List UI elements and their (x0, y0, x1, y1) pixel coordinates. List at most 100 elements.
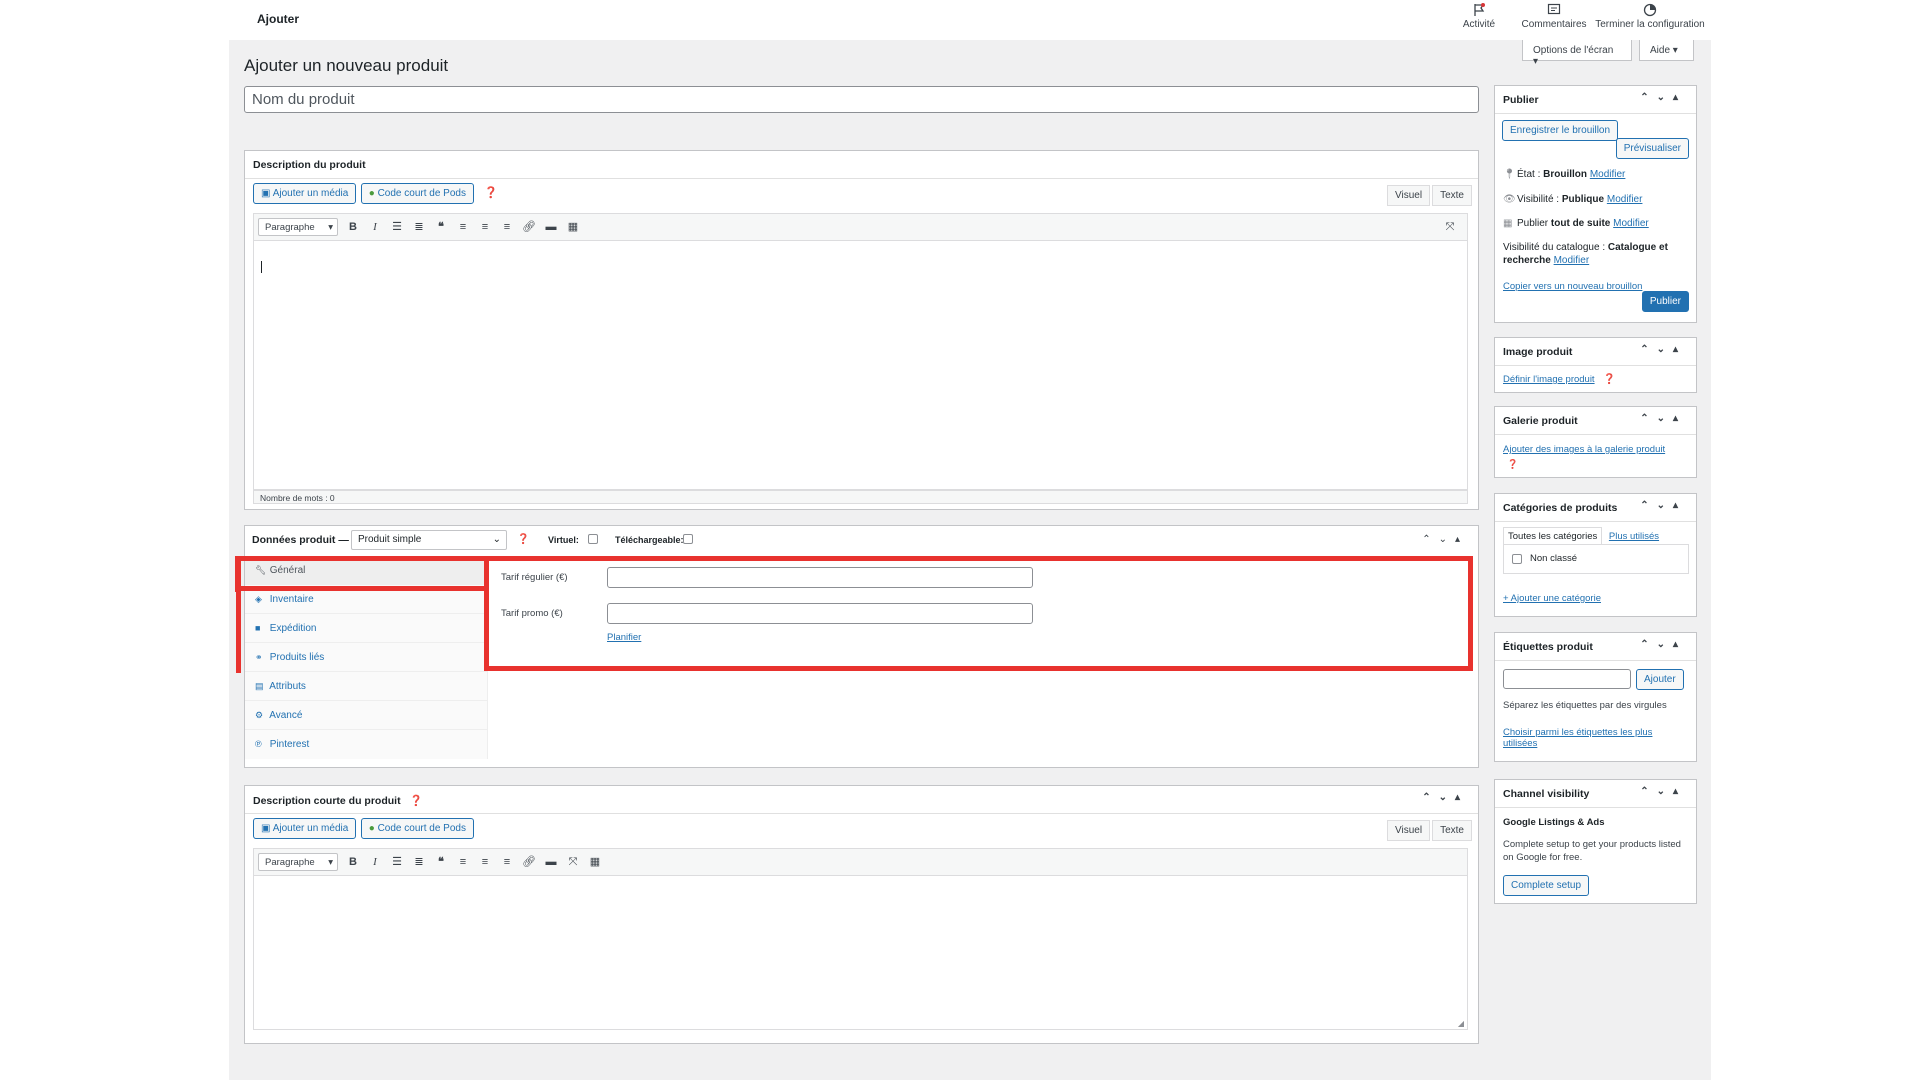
product-type-select[interactable]: Produit simple ⌄ (351, 530, 507, 550)
media-buttons: ▣ Ajouter un média ● Code court de Pods … (253, 183, 498, 204)
short-read-more-icon[interactable]: ▬ (542, 853, 560, 871)
tab-pinterest-label: Pinterest (269, 739, 310, 750)
catalog-visibility-row: Visibilité du catalogue : Catalogue et r… (1503, 241, 1691, 267)
resize-handle-icon[interactable]: ◢ (1458, 1019, 1464, 1028)
short-description-editor[interactable]: ◢ (253, 875, 1468, 1030)
choose-tags-link[interactable]: Choisir parmi les étiquettes les plus ut… (1503, 727, 1683, 749)
link-icon[interactable]: 🔗︎ (520, 218, 538, 236)
short-tab-visual[interactable]: Visuel (1387, 820, 1431, 841)
comments-icon (1547, 3, 1561, 15)
channel-arrows[interactable]: ⌃⌄▴ (1640, 786, 1686, 797)
bold-icon[interactable]: B (344, 218, 362, 236)
preview-button[interactable]: Prévisualiser (1615, 138, 1689, 159)
short-description-arrows[interactable]: ⌃⌄▴ (1422, 792, 1468, 803)
tab-advanced[interactable]: ⚙ Avancé (245, 701, 487, 730)
word-count: Nombre de mots : 0 (253, 490, 1468, 504)
publish-when-edit-link[interactable]: Modifier (1613, 218, 1649, 229)
calendar-icon: ▦ (1503, 218, 1513, 229)
set-image-help-icon[interactable]: ❓ (1603, 374, 1615, 385)
short-fullscreen-icon[interactable]: ⤧ (564, 853, 582, 871)
short-align-left-icon[interactable]: ≡ (454, 853, 472, 871)
tab-most-used-categories[interactable]: Plus utilisés (1609, 531, 1659, 542)
visibility-edit-link[interactable]: Modifier (1607, 194, 1643, 205)
tab-text[interactable]: Texte (1432, 185, 1472, 206)
copy-draft-link[interactable]: Copier vers un nouveau brouillon (1503, 281, 1642, 292)
italic-icon[interactable]: I (366, 218, 384, 236)
short-editor-mode-tabs: Visuel Texte (1385, 820, 1472, 841)
short-bullet-list-icon[interactable]: ☰ (388, 853, 406, 871)
categories-arrows[interactable]: ⌃⌄▴ (1640, 500, 1686, 511)
publish-button[interactable]: Publier (1641, 291, 1689, 312)
top-bar-title: Ajouter (257, 12, 299, 26)
pods-shortcode-button[interactable]: ● Code court de Pods (360, 183, 474, 204)
comments-button[interactable]: Commentaires (1509, 3, 1599, 30)
tags-title: Étiquettes produit (1503, 641, 1593, 653)
pods-shortcode-label: Code court de Pods (377, 188, 466, 199)
short-italic-icon[interactable]: I (366, 853, 384, 871)
short-numbered-list-icon[interactable]: ≣ (410, 853, 428, 871)
product-image-header: Image produit ⌃⌄▴ (1495, 338, 1696, 366)
eye-icon: 👁︎ (1503, 194, 1516, 205)
gear-icon: ⚙ (255, 710, 264, 720)
activity-button[interactable]: Activité (1451, 3, 1507, 30)
gallery-arrows[interactable]: ⌃⌄▴ (1640, 413, 1686, 424)
blockquote-icon[interactable]: ❝ (432, 218, 450, 236)
short-add-media-button[interactable]: ▣ Ajouter un média (253, 818, 357, 839)
short-bold-icon[interactable]: B (344, 853, 362, 871)
screen-options-tab[interactable]: Options de l'écran ▾ (1522, 40, 1632, 67)
short-tab-text[interactable]: Texte (1432, 820, 1472, 841)
tab-all-categories[interactable]: Toutes les catégories (1503, 527, 1603, 545)
short-format-select[interactable]: Paragraphe ▾ (258, 853, 338, 871)
add-media-button[interactable]: ▣ Ajouter un média (253, 183, 357, 204)
add-category-link[interactable]: + Ajouter une catégorie (1503, 593, 1601, 604)
short-description-help-icon[interactable]: ❓ (410, 795, 423, 807)
short-align-right-icon[interactable]: ≡ (498, 853, 516, 871)
add-gallery-link[interactable]: Ajouter des images à la galerie produit (1503, 444, 1665, 455)
status-value: Brouillon (1543, 169, 1588, 180)
product-name-input[interactable] (244, 86, 1479, 113)
product-type-help-icon[interactable]: ❓ (517, 534, 529, 545)
product-data-title: Données produit — (252, 534, 349, 546)
align-center-icon[interactable]: ≡ (476, 218, 494, 236)
short-blockquote-icon[interactable]: ❝ (432, 853, 450, 871)
tab-pinterest[interactable]: ℗ Pinterest (245, 730, 487, 759)
short-toolbar-toggle-icon[interactable]: ▦ (586, 853, 604, 871)
tags-arrows[interactable]: ⌃⌄▴ (1640, 639, 1686, 650)
numbered-list-icon[interactable]: ≣ (410, 218, 428, 236)
bullet-list-icon[interactable]: ☰ (388, 218, 406, 236)
admin-screen: Ajouter Activité Commentaires Terminer l… (229, 0, 1711, 1080)
fullscreen-icon[interactable]: ⤧ (1441, 218, 1459, 236)
set-image-link[interactable]: Définir l'image produit (1503, 374, 1595, 385)
top-bar: Ajouter Activité Commentaires Terminer l… (229, 0, 1711, 40)
short-pods-shortcode-button[interactable]: ● Code court de Pods (360, 818, 474, 839)
complete-setup-button[interactable]: Complete setup (1503, 875, 1590, 896)
toolbar-toggle-icon[interactable]: ▦ (564, 218, 582, 236)
finish-setup-button[interactable]: Terminer la configuration (1589, 3, 1711, 30)
align-right-icon[interactable]: ≡ (498, 218, 516, 236)
tab-visual[interactable]: Visuel (1387, 185, 1431, 206)
help-icon[interactable]: ❓ (484, 187, 498, 199)
gallery-help-icon[interactable]: ❓ (1507, 459, 1518, 470)
short-link-icon[interactable]: 🔗︎ (520, 853, 538, 871)
tags-input[interactable] (1503, 669, 1631, 689)
align-left-icon[interactable]: ≡ (454, 218, 472, 236)
catalog-edit-link[interactable]: Modifier (1554, 255, 1590, 266)
product-image-arrows[interactable]: ⌃⌄▴ (1640, 344, 1686, 355)
tab-attributes[interactable]: ▤ Attributs (245, 672, 487, 701)
read-more-icon[interactable]: ▬ (542, 218, 560, 236)
uncategorized-checkbox[interactable] (1512, 554, 1522, 564)
categories-header: Catégories de produits ⌃⌄▴ (1495, 494, 1696, 522)
virtual-checkbox[interactable] (588, 534, 598, 544)
downloadable-checkbox[interactable] (683, 534, 693, 544)
format-select[interactable]: Paragraphe ▾ (258, 218, 338, 236)
help-tab[interactable]: Aide ▾ (1639, 40, 1694, 61)
comments-label: Commentaires (1521, 19, 1587, 30)
description-editor[interactable] (253, 240, 1468, 490)
add-tag-button[interactable]: Ajouter (1636, 669, 1684, 690)
save-draft-button[interactable]: Enregistrer le brouillon (1502, 120, 1619, 141)
status-edit-link[interactable]: Modifier (1590, 169, 1626, 180)
short-align-center-icon[interactable]: ≡ (476, 853, 494, 871)
publish-arrows[interactable]: ⌃⌄▴ (1640, 92, 1686, 103)
pinterest-icon: ℗ (255, 739, 262, 749)
box-arrows[interactable]: ⌃⌄▴ (1422, 534, 1468, 545)
